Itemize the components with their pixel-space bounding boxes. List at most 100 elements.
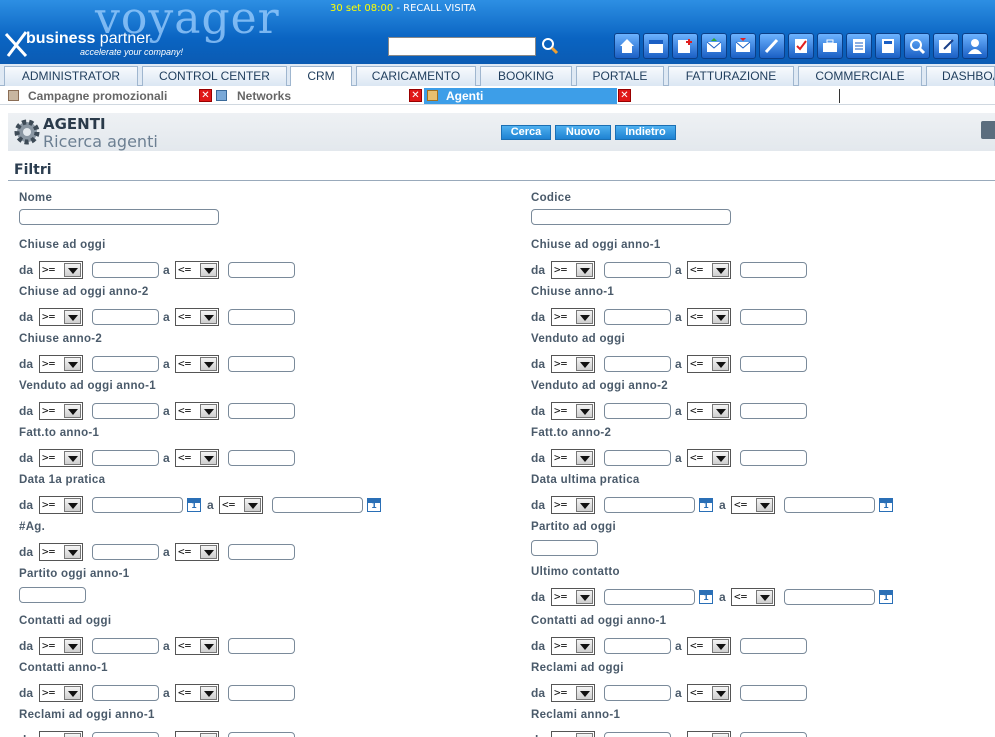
briefcase-icon[interactable] bbox=[817, 33, 843, 59]
fatt_a2-to-operator-select[interactable]: <= bbox=[687, 449, 731, 467]
tab-caricamento[interactable]: CARICAMENTO bbox=[356, 66, 476, 86]
contatti_oggi-to-input[interactable] bbox=[228, 638, 295, 654]
tab-crm[interactable]: CRM bbox=[290, 66, 352, 86]
chiuse_oggi_a2-to-operator-select[interactable]: <= bbox=[175, 308, 219, 326]
calculator-icon[interactable] bbox=[875, 33, 901, 59]
chevron-down-icon[interactable] bbox=[64, 545, 81, 559]
contatti_a1-from-operator-select[interactable]: >= bbox=[39, 684, 83, 702]
n_ag-to-operator-select[interactable]: <= bbox=[175, 543, 219, 561]
chiuse_a1-from-input[interactable] bbox=[604, 309, 671, 325]
chevron-down-icon[interactable] bbox=[200, 357, 217, 371]
tab-commerciale[interactable]: COMMERCIALE bbox=[798, 66, 922, 86]
chevron-down-icon[interactable] bbox=[200, 733, 217, 737]
reclami_a1-to-operator-select[interactable]: <= bbox=[687, 731, 731, 737]
reclami_a1-to-input[interactable] bbox=[740, 732, 807, 737]
tab-control-center[interactable]: CONTROL CENTER bbox=[142, 66, 287, 86]
calendar-picker-icon[interactable]: 1 bbox=[187, 498, 201, 512]
nome-input[interactable] bbox=[19, 209, 219, 225]
fatt_a2-from-operator-select[interactable]: >= bbox=[551, 449, 595, 467]
venduto_oggi_a1-from-input[interactable] bbox=[92, 403, 159, 419]
reclami_oggi_a1-from-input[interactable] bbox=[92, 732, 159, 737]
tab-fatturazione[interactable]: FATTURAZIONE bbox=[668, 66, 794, 86]
reclami_oggi_a1-to-operator-select[interactable]: <= bbox=[175, 731, 219, 737]
fatt_a1-from-operator-select[interactable]: >= bbox=[39, 449, 83, 467]
contatti_oggi_a1-from-input[interactable] bbox=[604, 638, 671, 654]
chevron-down-icon[interactable] bbox=[64, 451, 81, 465]
print-icon[interactable] bbox=[981, 121, 995, 139]
subtab-campagne[interactable]: Campagne promozionali bbox=[28, 88, 167, 104]
venduto_oggi_a1-to-input[interactable] bbox=[228, 403, 295, 419]
fatt_a1-to-operator-select[interactable]: <= bbox=[175, 449, 219, 467]
subtab-networks[interactable]: Networks bbox=[237, 88, 291, 104]
chiuse_oggi-from-input[interactable] bbox=[92, 262, 159, 278]
contatti_a1-from-input[interactable] bbox=[92, 685, 159, 701]
search-icon[interactable] bbox=[540, 36, 560, 56]
contatti_oggi_a1-to-operator-select[interactable]: <= bbox=[687, 637, 731, 655]
chevron-down-icon[interactable] bbox=[756, 498, 773, 512]
back-button[interactable]: Indietro bbox=[615, 125, 676, 140]
calendar-add-icon[interactable] bbox=[672, 33, 698, 59]
reclami_oggi-to-operator-select[interactable]: <= bbox=[687, 684, 731, 702]
chevron-down-icon[interactable] bbox=[576, 357, 593, 371]
calendar-icon[interactable] bbox=[643, 33, 669, 59]
chevron-down-icon[interactable] bbox=[576, 451, 593, 465]
venduto_oggi_a2-from-operator-select[interactable]: >= bbox=[551, 402, 595, 420]
chevron-down-icon[interactable] bbox=[200, 639, 217, 653]
chiuse_a2-from-operator-select[interactable]: >= bbox=[39, 355, 83, 373]
chevron-down-icon[interactable] bbox=[200, 404, 217, 418]
fatt_a1-from-input[interactable] bbox=[92, 450, 159, 466]
contatti_oggi_a1-to-input[interactable] bbox=[740, 638, 807, 654]
chevron-down-icon[interactable] bbox=[712, 263, 729, 277]
chiuse_oggi_a2-from-operator-select[interactable]: >= bbox=[39, 308, 83, 326]
chevron-down-icon[interactable] bbox=[200, 451, 217, 465]
chevron-down-icon[interactable] bbox=[756, 590, 773, 604]
document-list-icon[interactable] bbox=[846, 33, 872, 59]
close-icon[interactable]: ✕ bbox=[618, 89, 631, 102]
magnifier-icon[interactable] bbox=[904, 33, 930, 59]
data_prima-from-operator-select[interactable]: >= bbox=[39, 496, 83, 514]
chevron-down-icon[interactable] bbox=[576, 590, 593, 604]
chevron-down-icon[interactable] bbox=[576, 404, 593, 418]
tab-dashboard[interactable]: DASHBOARD bbox=[926, 66, 995, 86]
tab-booking[interactable]: BOOKING bbox=[480, 66, 572, 86]
chiuse_oggi-to-operator-select[interactable]: <= bbox=[175, 261, 219, 279]
global-search-input[interactable] bbox=[388, 37, 536, 56]
user-icon[interactable] bbox=[962, 33, 988, 59]
contatti_a1-to-input[interactable] bbox=[228, 685, 295, 701]
chevron-down-icon[interactable] bbox=[712, 310, 729, 324]
chevron-down-icon[interactable] bbox=[64, 639, 81, 653]
edit-note-icon[interactable] bbox=[933, 33, 959, 59]
chevron-down-icon[interactable] bbox=[200, 686, 217, 700]
subtab-agenti[interactable]: Agenti bbox=[424, 88, 617, 104]
n_ag-to-input[interactable] bbox=[228, 544, 295, 560]
chevron-down-icon[interactable] bbox=[712, 733, 729, 737]
contatti_oggi_a1-from-operator-select[interactable]: >= bbox=[551, 637, 595, 655]
chevron-down-icon[interactable] bbox=[712, 686, 729, 700]
chiuse_oggi_a1-to-input[interactable] bbox=[740, 262, 807, 278]
home-icon[interactable] bbox=[614, 33, 640, 59]
mail-inbox-icon[interactable] bbox=[701, 33, 727, 59]
chiuse_oggi-to-input[interactable] bbox=[228, 262, 295, 278]
chiuse_oggi_a1-from-input[interactable] bbox=[604, 262, 671, 278]
chevron-down-icon[interactable] bbox=[64, 498, 81, 512]
chevron-down-icon[interactable] bbox=[576, 263, 593, 277]
chevron-down-icon[interactable] bbox=[200, 310, 217, 324]
chiuse_oggi_a2-from-input[interactable] bbox=[92, 309, 159, 325]
n_ag-from-input[interactable] bbox=[92, 544, 159, 560]
partito_oggi_a1-input[interactable] bbox=[19, 587, 86, 603]
chevron-down-icon[interactable] bbox=[576, 733, 593, 737]
reclami_oggi_a1-from-operator-select[interactable]: >= bbox=[39, 731, 83, 737]
chevron-down-icon[interactable] bbox=[64, 310, 81, 324]
data_prima-from-date[interactable] bbox=[92, 497, 183, 513]
chiuse_a2-to-input[interactable] bbox=[228, 356, 295, 372]
close-icon[interactable]: ✕ bbox=[199, 89, 212, 102]
close-icon[interactable]: ✕ bbox=[409, 89, 422, 102]
contatti_oggi-from-input[interactable] bbox=[92, 638, 159, 654]
data_ultima-to-operator-select[interactable]: <= bbox=[731, 496, 775, 514]
venduto_oggi-from-operator-select[interactable]: >= bbox=[551, 355, 595, 373]
chiuse_a1-from-operator-select[interactable]: >= bbox=[551, 308, 595, 326]
chevron-down-icon[interactable] bbox=[64, 733, 81, 737]
contatti_oggi-to-operator-select[interactable]: <= bbox=[175, 637, 219, 655]
reclami_oggi_a1-to-input[interactable] bbox=[228, 732, 295, 737]
contatti_oggi-from-operator-select[interactable]: >= bbox=[39, 637, 83, 655]
